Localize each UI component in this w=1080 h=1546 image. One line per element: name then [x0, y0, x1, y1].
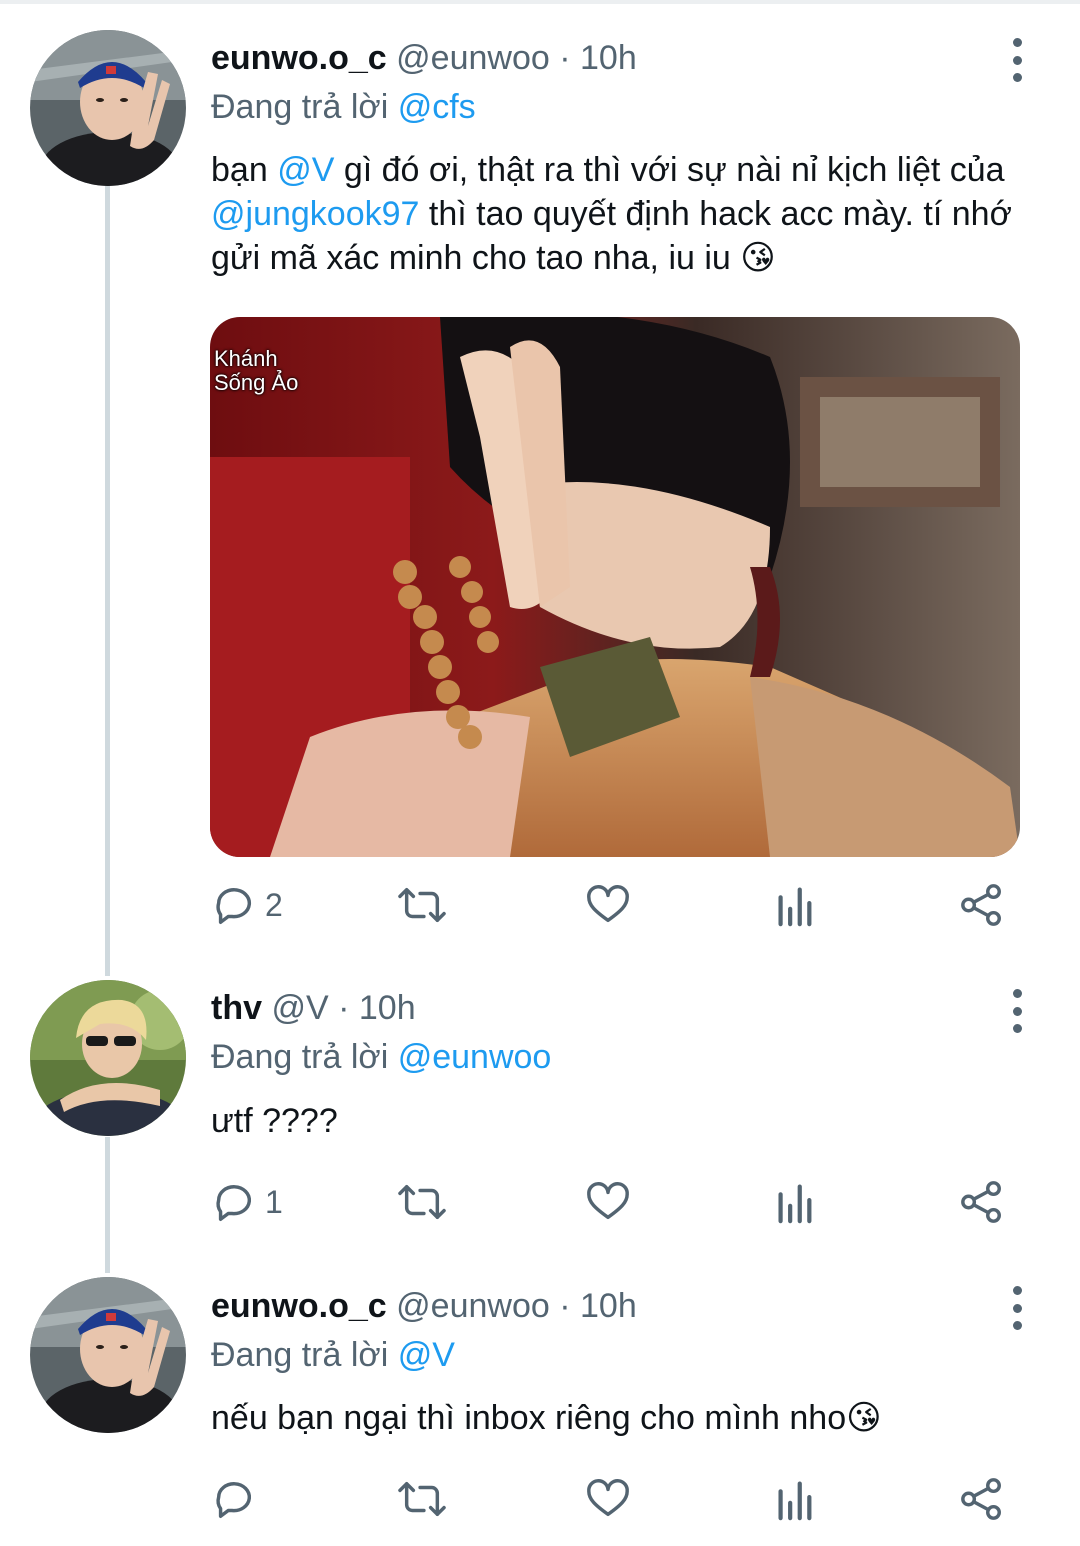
- user-handle[interactable]: @V: [271, 989, 328, 1027]
- avatar[interactable]: [30, 1277, 186, 1433]
- tweet-media[interactable]: Khánh Sống Ảo: [210, 317, 1020, 857]
- timestamp[interactable]: 10h: [359, 989, 416, 1027]
- analytics-icon: [778, 887, 812, 927]
- reply-button[interactable]: 1: [211, 1177, 283, 1227]
- reply-mention[interactable]: @eunwoo: [398, 1038, 552, 1076]
- text-segment: gì đó ơi, thật ra thì với sự nài nỉ kịch…: [334, 151, 1005, 189]
- avatar[interactable]: [30, 30, 186, 186]
- replying-to: Đang trả lời @cfs: [211, 87, 476, 127]
- media-image: [210, 317, 1020, 857]
- analytics-button[interactable]: [774, 1177, 814, 1227]
- reply-mention[interactable]: @cfs: [398, 88, 476, 126]
- avatar-image: [30, 1277, 186, 1433]
- avatar-image: [30, 30, 186, 186]
- reply-prefix: Đang trả lời: [211, 1038, 389, 1076]
- like-button[interactable]: [585, 880, 631, 930]
- tweet-header: eunwo.o_c @eunwoo · 10h: [211, 1286, 637, 1326]
- retweet-button[interactable]: [397, 1177, 447, 1227]
- tweet-text: bạn @V gì đó ơi, thật ra thì với sự nài …: [211, 148, 1031, 280]
- heart-icon: [587, 885, 629, 923]
- retweet-icon: [398, 887, 446, 923]
- reply-mention[interactable]: @V: [398, 1336, 455, 1374]
- retweet-icon: [398, 1184, 446, 1220]
- tweet-text: ưtf ????: [211, 1102, 338, 1140]
- share-button[interactable]: [959, 1177, 1005, 1227]
- analytics-icon: [778, 1184, 812, 1224]
- reply-count: 2: [265, 886, 283, 923]
- like-button[interactable]: [585, 1177, 631, 1227]
- analytics-icon: [778, 1481, 812, 1521]
- mention-link[interactable]: @jungkook97: [211, 195, 419, 233]
- tweet[interactable]: eunwo.o_c @eunwoo · 10h Đang trả lời @cf…: [0, 0, 1080, 960]
- tweet-actions: [211, 1474, 1021, 1524]
- heart-icon: [587, 1182, 629, 1220]
- tweet[interactable]: eunwo.o_c @eunwoo · 10h Đang trả lời @V …: [0, 1272, 1080, 1546]
- analytics-button[interactable]: [774, 1474, 814, 1524]
- replying-to: Đang trả lời @V: [211, 1335, 455, 1375]
- display-name[interactable]: eunwo.o_c: [211, 1287, 387, 1325]
- reply-prefix: Đang trả lời: [211, 1336, 389, 1374]
- separator: ·: [559, 39, 571, 77]
- reply-icon: [216, 1185, 252, 1221]
- reply-icon: [216, 1482, 252, 1518]
- reply-button[interactable]: [211, 1474, 265, 1524]
- user-handle[interactable]: @eunwoo: [396, 39, 550, 77]
- share-button[interactable]: [959, 880, 1005, 930]
- separator: ·: [559, 1287, 571, 1325]
- reply-icon: [216, 888, 252, 924]
- share-icon: [961, 884, 1001, 926]
- more-vertical-icon[interactable]: [1002, 1286, 1032, 1330]
- avatar[interactable]: [30, 980, 186, 1136]
- avatar-image: [30, 980, 186, 1136]
- tweet-actions: 2: [211, 880, 1021, 930]
- display-name[interactable]: thv: [211, 989, 262, 1027]
- reply-count: 1: [265, 1183, 283, 1220]
- retweet-icon: [398, 1481, 446, 1517]
- tweet[interactable]: thv @V · 10h Đang trả lời @eunwoo ưtf ??…: [0, 975, 1080, 1265]
- mention-link[interactable]: @V: [277, 151, 334, 189]
- replying-to: Đang trả lời @eunwoo: [211, 1037, 551, 1077]
- share-icon: [961, 1181, 1001, 1223]
- retweet-button[interactable]: [397, 1474, 447, 1524]
- share-button[interactable]: [959, 1474, 1005, 1524]
- tweet-header: eunwo.o_c @eunwoo · 10h: [211, 38, 637, 78]
- more-vertical-icon[interactable]: [1002, 38, 1032, 82]
- like-button[interactable]: [585, 1474, 631, 1524]
- text-segment: bạn: [211, 151, 278, 189]
- user-handle[interactable]: @eunwoo: [396, 1287, 550, 1325]
- display-name[interactable]: eunwo.o_c: [211, 39, 387, 77]
- reply-button[interactable]: 2: [211, 880, 283, 930]
- tweet-header: thv @V · 10h: [211, 988, 416, 1028]
- media-watermark: Khánh Sống Ảo: [214, 346, 299, 395]
- tweet-actions: 1: [211, 1177, 1021, 1227]
- timestamp[interactable]: 10h: [580, 1287, 637, 1325]
- timestamp[interactable]: 10h: [580, 39, 637, 77]
- more-vertical-icon[interactable]: [1002, 989, 1032, 1033]
- analytics-button[interactable]: [774, 880, 814, 930]
- retweet-button[interactable]: [397, 880, 447, 930]
- separator: ·: [338, 989, 350, 1027]
- reply-prefix: Đang trả lời: [211, 88, 389, 126]
- tweet-text: nếu bạn ngại thì inbox riêng cho mình nh…: [211, 1399, 882, 1437]
- share-icon: [961, 1478, 1001, 1520]
- heart-icon: [587, 1479, 629, 1517]
